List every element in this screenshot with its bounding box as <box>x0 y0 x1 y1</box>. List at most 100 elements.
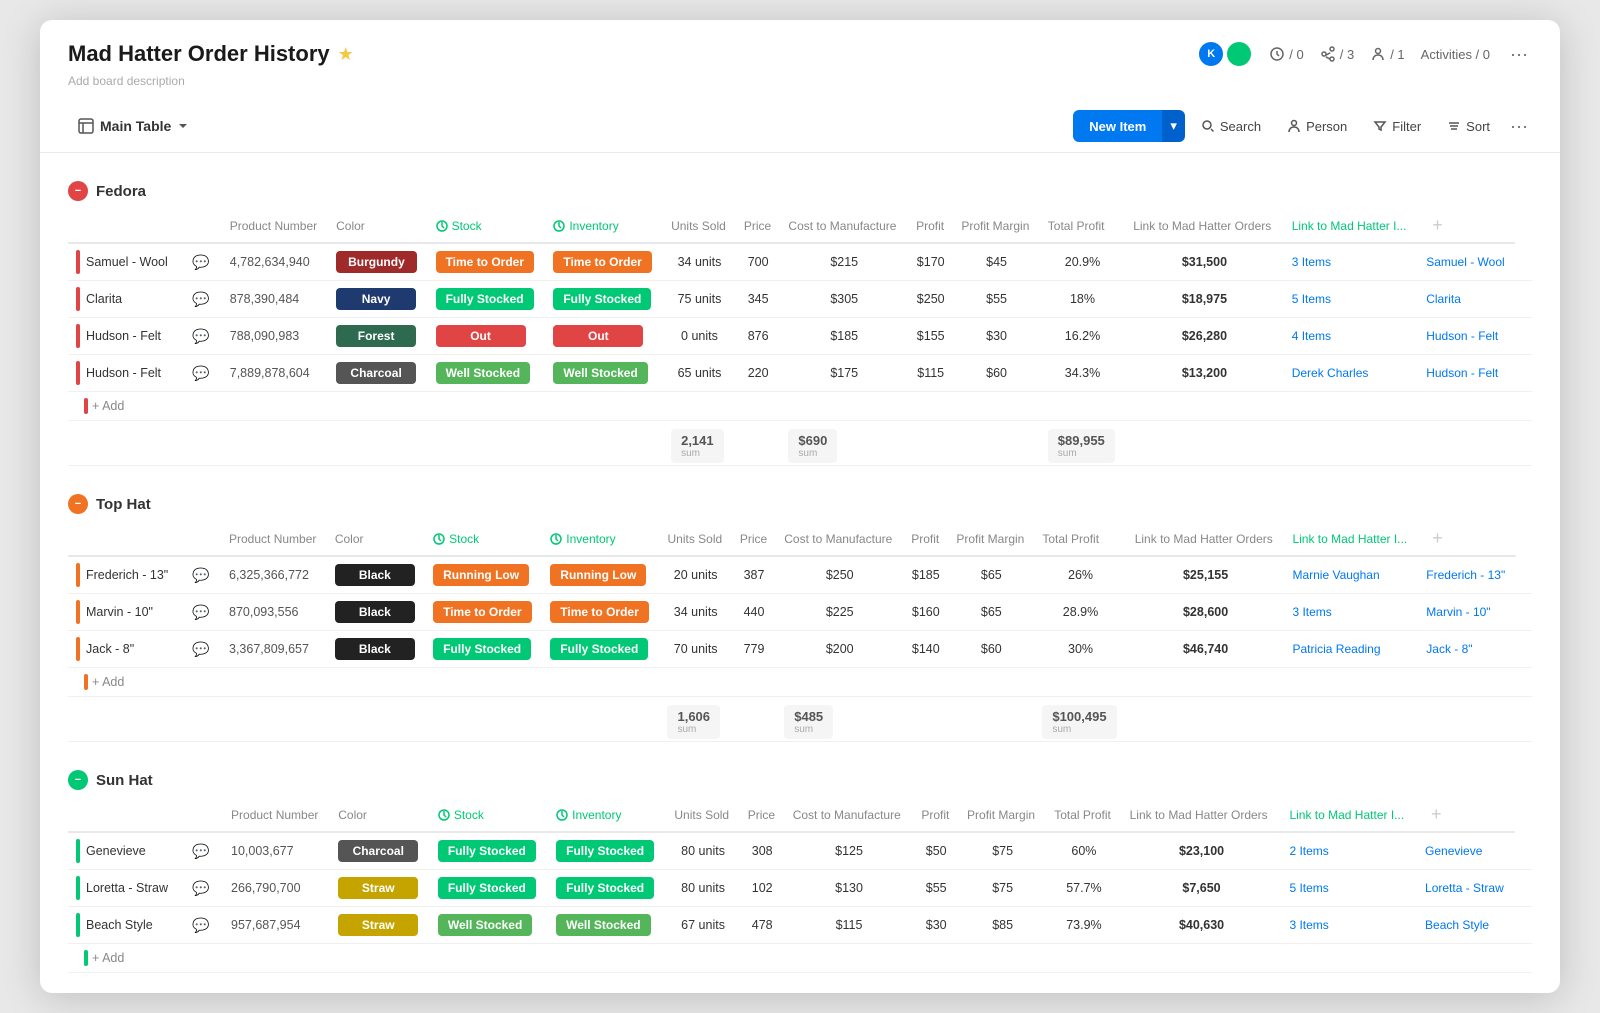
row-link-other[interactable]: Hudson - Felt <box>1418 355 1515 392</box>
row-link-orders[interactable]: Patricia Reading <box>1284 631 1418 668</box>
row-link-orders[interactable]: 3 Items <box>1284 243 1418 281</box>
header-more-btn[interactable]: ··· <box>1506 44 1532 65</box>
add-row[interactable]: + Add <box>68 944 1532 973</box>
filter-button[interactable]: Filter <box>1363 113 1431 140</box>
header-stat-updates[interactable]: / 0 <box>1269 46 1303 62</box>
row-name[interactable]: Genevieve <box>86 844 186 858</box>
row-link-other[interactable]: Loretta - Straw <box>1417 870 1515 907</box>
row-color[interactable]: Black <box>327 594 425 631</box>
row-inventory[interactable]: Fully Stocked <box>545 281 663 318</box>
comment-icon[interactable]: 💬 <box>192 254 209 271</box>
row-link-other[interactable]: Samuel - Wool <box>1418 243 1515 281</box>
new-item-arrow-button[interactable]: ▾ <box>1162 110 1185 142</box>
row-stock[interactable]: Out <box>428 318 546 355</box>
comment-icon[interactable]: 💬 <box>192 567 209 584</box>
row-link-orders[interactable]: 5 Items <box>1284 281 1418 318</box>
row-color[interactable]: Forest <box>328 318 427 355</box>
board-description[interactable]: Add board description <box>68 74 1532 88</box>
row-link-other[interactable]: Jack - 8" <box>1418 631 1515 668</box>
header-stat-share[interactable]: / 3 <box>1320 46 1354 62</box>
row-stock[interactable]: Well Stocked <box>430 907 548 944</box>
row-link-orders[interactable]: 5 Items <box>1281 870 1417 907</box>
row-name[interactable]: Hudson - Felt <box>86 329 186 343</box>
row-name[interactable]: Beach Style <box>86 918 186 932</box>
col-add[interactable]: + <box>1418 522 1515 556</box>
row-stock[interactable]: Fully Stocked <box>430 870 548 907</box>
add-item-cell[interactable]: + Add <box>68 392 1515 421</box>
new-item-button[interactable]: New Item <box>1073 110 1162 142</box>
row-inventory[interactable]: Out <box>545 318 663 355</box>
group-toggle-fedora[interactable]: − <box>68 181 88 201</box>
header-stat-people[interactable]: / 1 <box>1370 46 1404 62</box>
row-stock[interactable]: Fully Stocked <box>428 281 546 318</box>
row-inventory[interactable]: Running Low <box>542 556 659 594</box>
row-inventory[interactable]: Time to Order <box>542 594 659 631</box>
add-row[interactable]: + Add <box>68 668 1532 697</box>
row-color[interactable]: Charcoal <box>330 832 430 870</box>
row-name[interactable]: Frederich - 13" <box>86 568 186 582</box>
add-row-label[interactable]: + Add <box>92 951 124 965</box>
row-stock[interactable]: Fully Stocked <box>425 631 542 668</box>
row-link-orders[interactable]: Marnie Vaughan <box>1284 556 1418 594</box>
comment-icon[interactable]: 💬 <box>192 365 209 382</box>
add-item-cell[interactable]: + Add <box>68 668 1516 697</box>
comment-icon[interactable]: 💬 <box>192 291 209 308</box>
group-toggle-tophat[interactable]: − <box>68 494 88 514</box>
toolbar-more-btn[interactable]: ··· <box>1506 116 1532 137</box>
row-link-other[interactable]: Frederich - 13" <box>1418 556 1515 594</box>
main-table-button[interactable]: Main Table <box>68 112 199 140</box>
row-name[interactable]: Loretta - Straw <box>86 881 186 895</box>
row-stock[interactable]: Fully Stocked <box>430 832 548 870</box>
comment-icon[interactable]: 💬 <box>192 604 209 621</box>
add-row-label[interactable]: + Add <box>92 675 124 689</box>
row-inventory[interactable]: Time to Order <box>545 243 663 281</box>
row-link-other[interactable]: Clarita <box>1418 281 1515 318</box>
avatar-green[interactable] <box>1225 40 1253 68</box>
row-color[interactable]: Straw <box>330 907 430 944</box>
row-link-orders[interactable]: 2 Items <box>1281 832 1417 870</box>
row-stock[interactable]: Time to Order <box>428 243 546 281</box>
person-button[interactable]: Person <box>1277 113 1357 140</box>
row-name[interactable]: Jack - 8" <box>86 642 186 656</box>
row-link-other[interactable]: Beach Style <box>1417 907 1515 944</box>
row-link-orders[interactable]: 4 Items <box>1284 318 1418 355</box>
sort-button[interactable]: Sort <box>1437 113 1500 140</box>
row-stock[interactable]: Running Low <box>425 556 542 594</box>
header-stat-activities[interactable]: Activities / 0 <box>1421 47 1490 62</box>
comment-icon[interactable]: 💬 <box>192 641 209 658</box>
add-row[interactable]: + Add <box>68 392 1532 421</box>
avatar-k[interactable]: K <box>1197 40 1225 68</box>
row-inventory[interactable]: Well Stocked <box>548 907 666 944</box>
row-inventory[interactable]: Fully Stocked <box>548 832 666 870</box>
row-color[interactable]: Straw <box>330 870 430 907</box>
comment-icon[interactable]: 💬 <box>192 917 209 934</box>
row-inventory[interactable]: Well Stocked <box>545 355 663 392</box>
row-color[interactable]: Charcoal <box>328 355 427 392</box>
row-stock[interactable]: Well Stocked <box>428 355 546 392</box>
add-row-label[interactable]: + Add <box>92 399 124 413</box>
star-icon[interactable]: ★ <box>338 44 354 65</box>
row-link-orders[interactable]: 3 Items <box>1281 907 1417 944</box>
row-color[interactable]: Black <box>327 631 425 668</box>
row-color[interactable]: Burgundy <box>328 243 427 281</box>
col-add[interactable]: + <box>1417 798 1515 832</box>
group-toggle-sunhat[interactable]: − <box>68 770 88 790</box>
add-item-cell[interactable]: + Add <box>68 944 1515 973</box>
row-link-other[interactable]: Marvin - 10" <box>1418 594 1515 631</box>
row-name[interactable]: Marvin - 10" <box>86 605 186 619</box>
row-name[interactable]: Samuel - Wool <box>86 255 186 269</box>
comment-icon[interactable]: 💬 <box>192 328 209 345</box>
row-link-other[interactable]: Hudson - Felt <box>1418 318 1515 355</box>
row-inventory[interactable]: Fully Stocked <box>548 870 666 907</box>
search-button[interactable]: Search <box>1191 113 1271 140</box>
row-stock[interactable]: Time to Order <box>425 594 542 631</box>
row-inventory[interactable]: Fully Stocked <box>542 631 659 668</box>
col-add[interactable]: + <box>1418 209 1515 243</box>
row-link-other[interactable]: Genevieve <box>1417 832 1515 870</box>
row-link-orders[interactable]: Derek Charles <box>1284 355 1418 392</box>
comment-icon[interactable]: 💬 <box>192 880 209 897</box>
row-color[interactable]: Black <box>327 556 425 594</box>
comment-icon[interactable]: 💬 <box>192 843 209 860</box>
row-name[interactable]: Hudson - Felt <box>86 366 186 380</box>
row-name[interactable]: Clarita <box>86 292 186 306</box>
